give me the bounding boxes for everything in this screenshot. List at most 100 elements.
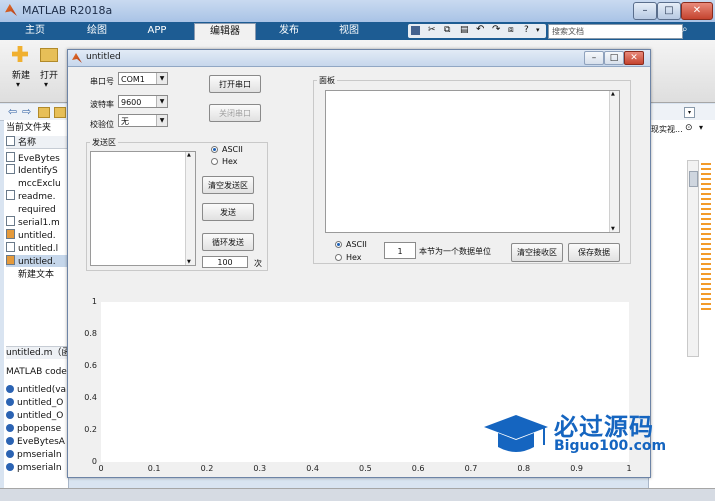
code-analyzer-markers[interactable] [701,160,711,310]
file-item[interactable]: 新建文本 [6,268,68,280]
file-item[interactable]: required [6,203,68,215]
file-item[interactable]: serial1.m [6,216,68,228]
send-ascii-radio[interactable] [211,146,218,153]
scroll-up-icon[interactable]: ▲ [611,91,615,97]
file-item-selected[interactable]: untitled. [6,255,68,267]
window-title: MATLAB R2018a [22,4,113,17]
x-tick-label: 0.1 [147,464,161,473]
send-scrollbar[interactable]: ▲ ▼ [185,152,195,265]
cut-icon[interactable]: ✂ [428,25,436,35]
tab-publish[interactable]: 发布 [262,23,316,39]
fig-file-icon [6,229,15,239]
function-item[interactable]: pmserialn [6,462,68,474]
copy-icon[interactable]: ⧉ [444,25,450,35]
loop-count-input[interactable]: 100 [202,256,248,268]
figure-maximize-button[interactable]: □ [604,51,624,65]
path-dropdown-icon[interactable]: ▾ [684,107,695,118]
file-icon [6,136,15,146]
receive-textarea[interactable]: ▲ ▼ [325,90,620,233]
clear-receive-button[interactable]: 清空接收区 [511,243,563,262]
new-label[interactable]: 新建 [12,68,30,81]
file-item[interactable]: mccExclu [6,177,68,189]
chevron-down-icon[interactable]: ▼ [156,115,167,126]
clear-send-button[interactable]: 清空发送区 [202,176,254,194]
close-button[interactable]: ✕ [681,2,713,20]
function-item[interactable]: untitled_O [6,410,68,422]
name-column-header[interactable]: 名称 [6,136,68,149]
port-select[interactable]: COM1 ▼ [118,72,168,85]
chevron-down-icon[interactable]: ▼ [156,73,167,84]
switch-window-icon[interactable]: ⧈ [508,25,514,35]
function-item[interactable]: EveBytesA [6,436,68,448]
minimize-button[interactable]: – [633,2,657,20]
file-item[interactable]: readme. [6,190,68,202]
panel-options-icon[interactable]: ⊙ [685,123,693,133]
x-tick-label: 0.8 [517,464,531,473]
maximize-button[interactable]: □ [657,2,681,20]
save-icon[interactable] [411,26,420,35]
figure-minimize-button[interactable]: – [584,51,604,65]
file-item[interactable]: untitled.l [6,242,68,254]
send-textarea[interactable]: ▲ ▼ [90,151,196,266]
detail-label: MATLAB code [6,367,67,377]
file-item[interactable]: untitled. [6,229,68,241]
scroll-down-icon[interactable]: ▼ [611,226,615,232]
receive-hex-radio[interactable] [335,254,342,261]
paste-icon[interactable]: ▤ [460,25,469,35]
save-data-button[interactable]: 保存数据 [568,243,620,262]
scroll-thumb[interactable] [689,171,698,187]
search-documentation-input[interactable]: 搜索文档 [548,24,683,39]
send-hex-radio[interactable] [211,158,218,165]
current-folder-panel: 当前文件夹 名称 EveBytes IdentifyS mccExclu rea… [4,120,69,490]
file-icon [6,203,15,213]
file-icon [6,177,15,187]
tab-home[interactable]: 主页 [8,23,62,39]
forward-arrow-icon[interactable]: ⇨ [22,105,31,118]
scroll-up-icon[interactable]: ▲ [187,152,191,158]
undo-icon[interactable]: ↶ [476,24,484,35]
open-port-button[interactable]: 打开串口 [209,75,261,93]
x-tick-label: 0.6 [411,464,425,473]
chevron-down-icon[interactable]: ▾ [16,80,20,89]
close-port-button[interactable]: 关闭串口 [209,104,261,122]
function-item[interactable]: untitled(va [6,384,68,396]
open-label[interactable]: 打开 [40,68,58,81]
tab-plots[interactable]: 绘图 [70,23,124,39]
x-tick-label: 0.3 [253,464,267,473]
function-item[interactable]: pbopense [6,423,68,435]
new-file-icon[interactable] [12,46,28,62]
function-icon [6,398,14,406]
chevron-down-icon[interactable]: ▾ [536,26,540,34]
receive-ascii-radio[interactable] [335,241,342,248]
scroll-down-icon[interactable]: ▼ [187,259,191,265]
browse-folder-icon[interactable] [54,107,66,118]
back-arrow-icon[interactable]: ⇦ [8,105,17,118]
y-tick-label: 0.4 [84,393,97,402]
editor-scrollbar[interactable] [687,160,699,357]
chevron-down-icon[interactable]: ▾ [44,80,48,89]
search-icon[interactable]: ⌕ [682,24,694,38]
open-folder-icon[interactable] [40,48,58,62]
bytes-per-unit-input[interactable]: 1 [384,242,416,259]
up-folder-icon[interactable] [38,107,50,118]
send-button[interactable]: 发送 [202,203,254,221]
tab-apps[interactable]: APP [130,23,184,39]
function-item[interactable]: untitled_O [6,397,68,409]
baud-select[interactable]: 9600 ▼ [118,95,168,108]
panel-dropdown-icon[interactable]: ▾ [699,123,703,132]
function-item[interactable]: pmserialn [6,449,68,461]
tab-view[interactable]: 视图 [322,23,376,39]
chevron-down-icon[interactable]: ▼ [156,96,167,107]
help-icon[interactable]: ? [524,25,529,35]
redo-icon[interactable]: ↷ [492,24,500,35]
y-tick-label: 1 [91,297,97,306]
parity-select[interactable]: 无 ▼ [118,114,168,127]
function-icon [6,463,14,471]
figure-close-button[interactable]: ✕ [624,51,644,65]
loop-send-button[interactable]: 循环发送 [202,233,254,251]
file-item[interactable]: IdentifyS [6,164,68,176]
tab-editor[interactable]: 编辑器 [194,23,256,40]
fig-file-icon [6,255,15,265]
file-item[interactable]: EveBytes [6,152,68,164]
receive-scrollbar[interactable]: ▲ ▼ [609,91,619,232]
